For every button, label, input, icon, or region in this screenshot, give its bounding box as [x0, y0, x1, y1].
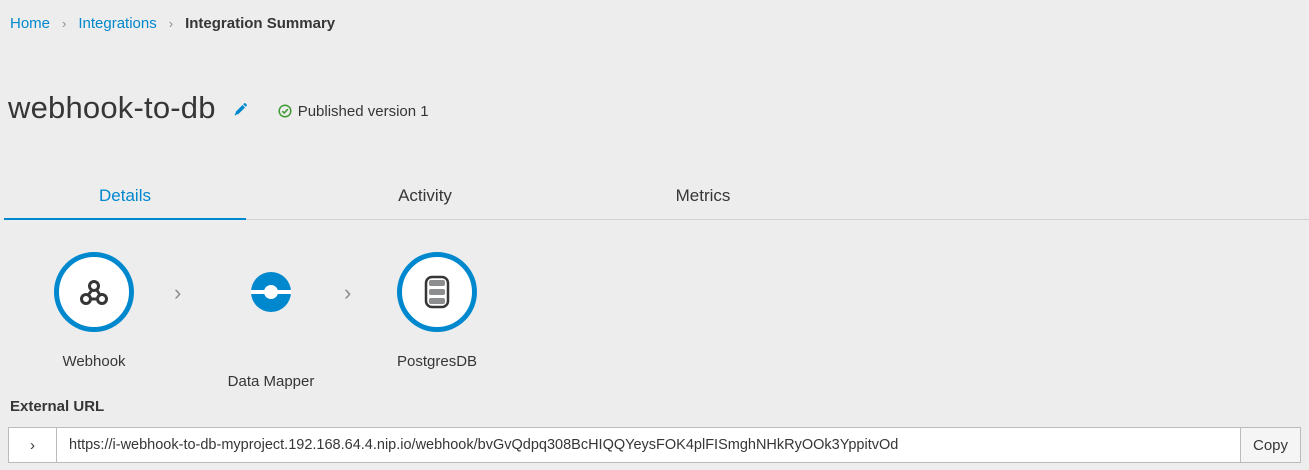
external-url-label: External URL: [10, 398, 105, 415]
data-mapper-icon[interactable]: [251, 272, 291, 312]
status-badge: Published version 1: [278, 103, 429, 120]
step-webhook[interactable]: Webhook: [54, 252, 134, 370]
webhook-icon: [80, 280, 108, 305]
step-webhook-label: Webhook: [62, 353, 126, 370]
breadcrumb-integrations-link[interactable]: Integrations: [78, 15, 156, 32]
tab-metrics[interactable]: Metrics: [582, 172, 824, 220]
page-title: webhook-to-db: [8, 90, 216, 125]
database-icon: [424, 275, 450, 309]
data-mapper-icon-wrap: [221, 272, 321, 352]
breadcrumb-separator: ›: [168, 16, 174, 31]
breadcrumb: Home › Integrations › Integration Summar…: [10, 15, 335, 32]
external-url-input[interactable]: [57, 428, 1240, 462]
status-text: Published version 1: [297, 102, 429, 120]
step-postgresdb[interactable]: PostgresDB: [397, 252, 477, 370]
step-webhook-circle[interactable]: [54, 252, 134, 332]
chevron-right-icon: ›: [174, 280, 182, 305]
breadcrumb-home-link[interactable]: Home: [10, 15, 50, 32]
step-data-mapper[interactable]: Data Mapper: [221, 252, 321, 390]
integration-summary-page: Home › Integrations › Integration Summar…: [0, 0, 1309, 470]
step-postgresdb-circle[interactable]: [397, 252, 477, 332]
tab-details[interactable]: Details: [4, 172, 246, 220]
breadcrumb-separator: ›: [62, 16, 67, 31]
check-circle-icon: [278, 104, 292, 118]
chevron-right-icon: ›: [344, 280, 352, 305]
copy-button[interactable]: Copy: [1240, 428, 1300, 462]
url-expand-toggle[interactable]: ›: [9, 428, 57, 462]
pencil-icon[interactable]: [232, 102, 248, 118]
step-data-mapper-label: Data Mapper: [227, 373, 315, 390]
tab-bar: Details Activity Metrics: [4, 172, 1309, 220]
title-row: webhook-to-db Published version 1: [8, 90, 429, 126]
step-postgresdb-label: PostgresDB: [397, 353, 478, 370]
breadcrumb-current: Integration Summary: [185, 15, 336, 32]
tab-activity[interactable]: Activity: [304, 172, 546, 220]
external-url-field: › Copy: [8, 427, 1301, 463]
